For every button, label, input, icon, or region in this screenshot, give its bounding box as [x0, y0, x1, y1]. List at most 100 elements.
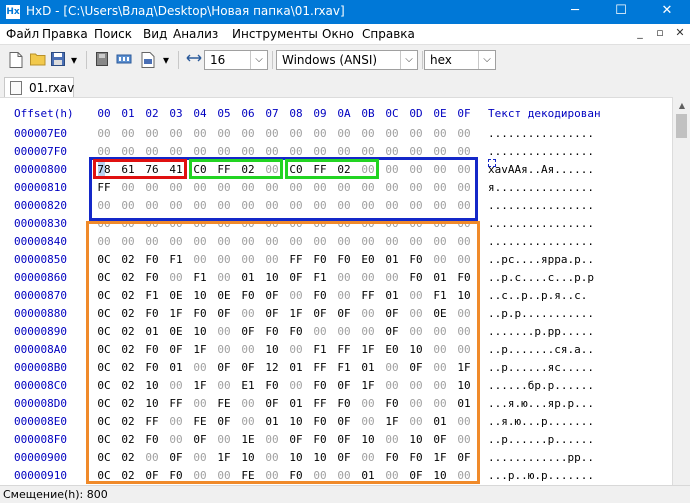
- hex-byte[interactable]: 00: [116, 235, 140, 248]
- hex-byte[interactable]: F1: [188, 271, 212, 284]
- hex-row[interactable]: 00000880 0C 02 F0 1F F0 0F 00 0F 1F 0F 0F 00 0F 00 0E 00…: [0, 305, 672, 323]
- hex-byte[interactable]: F0: [260, 379, 284, 392]
- decoded-text[interactable]: ................: [488, 199, 594, 212]
- hex-byte[interactable]: F1: [428, 289, 452, 302]
- hex-byte[interactable]: F0: [332, 397, 356, 410]
- hex-byte[interactable]: 10: [284, 451, 308, 464]
- hex-byte[interactable]: 00: [212, 325, 236, 338]
- hex-byte[interactable]: F1: [332, 361, 356, 374]
- hex-byte[interactable]: 10: [404, 343, 428, 356]
- hex-byte[interactable]: 10: [188, 325, 212, 338]
- hex-byte[interactable]: 02: [332, 163, 356, 176]
- hex-byte[interactable]: 00: [212, 379, 236, 392]
- hex-byte[interactable]: 02: [116, 325, 140, 338]
- hex-byte[interactable]: C0: [188, 163, 212, 176]
- hex-byte[interactable]: 00: [284, 199, 308, 212]
- hex-byte[interactable]: 0F: [404, 361, 428, 374]
- hex-byte[interactable]: 10: [260, 271, 284, 284]
- hex-byte[interactable]: 02: [116, 415, 140, 428]
- hex-byte[interactable]: 00: [284, 343, 308, 356]
- new-file-icon[interactable]: [8, 52, 24, 68]
- menu-item-tools[interactable]: Инструменты: [232, 27, 318, 41]
- hex-byte[interactable]: 00: [428, 181, 452, 194]
- hex-byte[interactable]: F0: [308, 289, 332, 302]
- hex-byte[interactable]: 00: [188, 199, 212, 212]
- hex-byte[interactable]: 00: [164, 181, 188, 194]
- hex-byte[interactable]: 01: [428, 415, 452, 428]
- hex-byte[interactable]: 00: [260, 145, 284, 158]
- hex-byte[interactable]: 00: [428, 199, 452, 212]
- hex-byte[interactable]: 0C: [92, 325, 116, 338]
- hex-byte[interactable]: 00: [428, 379, 452, 392]
- hex-byte[interactable]: 0F: [332, 433, 356, 446]
- hex-byte[interactable]: 00: [236, 253, 260, 266]
- hex-row[interactable]: 00000820 00 00 00 00 00 00 00 00 00 00 00 00 00 00 00 00…: [0, 197, 672, 215]
- hex-byte[interactable]: 00: [308, 217, 332, 230]
- hex-byte[interactable]: 76: [140, 163, 164, 176]
- hex-byte[interactable]: 00: [212, 199, 236, 212]
- hex-byte[interactable]: 41: [164, 163, 188, 176]
- hex-byte[interactable]: 01: [428, 271, 452, 284]
- hex-row[interactable]: 000008C0 0C 02 10 00 1F 00 E1 F0 00 F0 0F 1F 00 00 00 10…: [0, 377, 672, 395]
- ram-icon[interactable]: [116, 52, 132, 68]
- hex-byte[interactable]: 00: [308, 199, 332, 212]
- decoded-text[interactable]: ..р.р...........: [488, 307, 594, 320]
- decoded-text[interactable]: .......р.рр.....: [488, 325, 594, 338]
- hex-byte[interactable]: 00: [140, 451, 164, 464]
- hex-byte[interactable]: 0E: [212, 289, 236, 302]
- hex-byte[interactable]: FF: [308, 361, 332, 374]
- hex-row[interactable]: 00000830 00 00 00 00 00 00 00 00 00 00 00 00 00 00 00 00…: [0, 215, 672, 233]
- hex-byte[interactable]: 00: [260, 235, 284, 248]
- scrollbar-thumb[interactable]: [676, 114, 687, 138]
- hex-byte[interactable]: 00: [356, 145, 380, 158]
- hex-byte[interactable]: 00: [452, 145, 476, 158]
- hex-byte[interactable]: F0: [188, 307, 212, 320]
- hex-byte[interactable]: 00: [380, 469, 404, 482]
- hex-byte[interactable]: 01: [284, 397, 308, 410]
- hex-byte[interactable]: F0: [452, 271, 476, 284]
- chevron-down-icon[interactable]: ⌵: [250, 51, 267, 69]
- hex-byte[interactable]: 02: [116, 253, 140, 266]
- hex-byte[interactable]: F0: [140, 253, 164, 266]
- hex-row[interactable]: 00000910 0C 02 0F F0 00 00 FE 00 F0 00 00 01 00 0F 10 00…: [0, 467, 672, 485]
- menu-item-window[interactable]: Окно: [322, 27, 354, 41]
- decoded-text[interactable]: ...р..ю.р.......: [488, 469, 594, 482]
- hex-byte[interactable]: F0: [164, 469, 188, 482]
- hex-byte[interactable]: 00: [236, 343, 260, 356]
- hex-byte[interactable]: 00: [452, 253, 476, 266]
- hex-byte[interactable]: 00: [380, 235, 404, 248]
- hex-byte[interactable]: 00: [212, 127, 236, 140]
- hex-row[interactable]: 000008B0 0C 02 F0 01 00 0F 0F 12 01 FF F1 01 00 0F 00 1F…: [0, 359, 672, 377]
- hex-byte[interactable]: 0F: [452, 451, 476, 464]
- hex-byte[interactable]: 00: [92, 145, 116, 158]
- hex-byte[interactable]: 0F: [332, 379, 356, 392]
- hex-byte[interactable]: 0F: [332, 307, 356, 320]
- hex-byte[interactable]: 10: [140, 379, 164, 392]
- hex-byte[interactable]: FF: [92, 181, 116, 194]
- hex-byte[interactable]: 00: [332, 145, 356, 158]
- hex-byte[interactable]: 00: [236, 217, 260, 230]
- hex-byte[interactable]: 01: [260, 415, 284, 428]
- hex-byte[interactable]: 78: [92, 163, 116, 176]
- hex-byte[interactable]: F1: [308, 271, 332, 284]
- hex-byte[interactable]: 00: [308, 145, 332, 158]
- hex-byte[interactable]: 00: [332, 469, 356, 482]
- hex-row[interactable]: 00000900 0C 02 00 0F 00 1F 10 00 10 10 0F 00 F0 F0 1F 0F…: [0, 449, 672, 467]
- hex-byte[interactable]: FE: [212, 397, 236, 410]
- hex-byte[interactable]: 00: [356, 271, 380, 284]
- hex-byte[interactable]: 10: [236, 451, 260, 464]
- mdi-close-icon[interactable]: ✕: [672, 26, 688, 42]
- decoded-text[interactable]: ..рс....яррa.р..: [488, 253, 594, 266]
- hex-byte[interactable]: FF: [308, 163, 332, 176]
- hex-byte[interactable]: 00: [260, 199, 284, 212]
- hex-byte[interactable]: 00: [260, 451, 284, 464]
- hex-byte[interactable]: 1F: [356, 343, 380, 356]
- hex-byte[interactable]: F0: [140, 433, 164, 446]
- hex-byte[interactable]: 00: [212, 181, 236, 194]
- hex-byte[interactable]: 00: [284, 145, 308, 158]
- file-tab[interactable]: 01.rxav: [4, 77, 74, 97]
- hex-byte[interactable]: 00: [404, 181, 428, 194]
- hex-byte[interactable]: 0F: [164, 451, 188, 464]
- hex-byte[interactable]: 00: [164, 271, 188, 284]
- hex-byte[interactable]: 00: [332, 181, 356, 194]
